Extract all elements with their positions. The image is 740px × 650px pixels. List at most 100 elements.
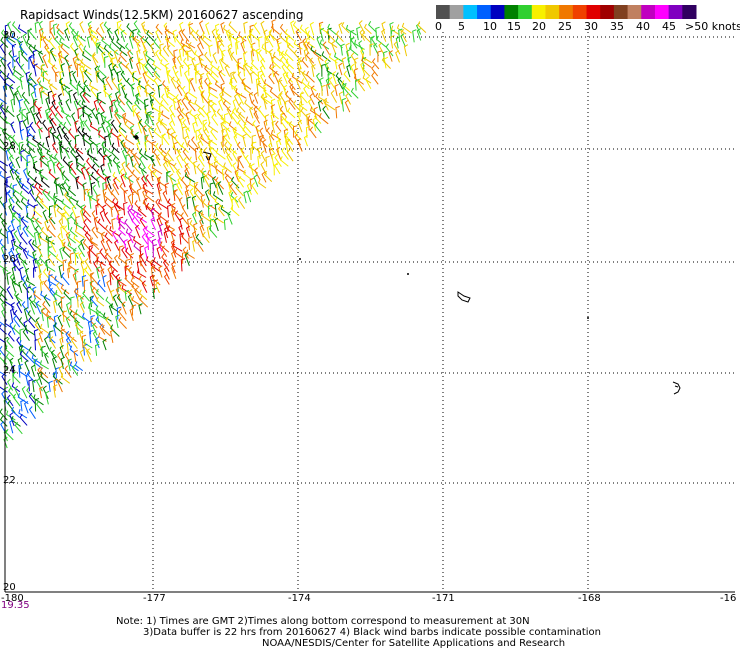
wind-barb xyxy=(28,346,37,358)
wind-barb xyxy=(198,20,205,35)
wind-barb xyxy=(79,21,85,33)
wind-barb xyxy=(309,21,315,36)
wind-barb xyxy=(107,132,113,146)
wind-barb xyxy=(57,378,63,393)
wind-barb xyxy=(223,218,229,230)
wind-barb xyxy=(19,190,28,202)
wind-barb xyxy=(332,71,337,85)
wind-barb xyxy=(110,289,115,301)
lon-tick-label: -16 xyxy=(720,593,737,604)
wind-barb xyxy=(295,76,301,90)
wind-barb xyxy=(72,71,78,83)
wind-barb xyxy=(237,196,246,209)
wind-barb xyxy=(21,91,30,105)
wind-barb xyxy=(347,56,352,71)
wind-barb xyxy=(99,210,105,222)
wind-barb xyxy=(48,283,56,295)
wind-barb xyxy=(265,155,270,167)
lat-lon-grid xyxy=(5,32,735,592)
wind-barb xyxy=(82,107,93,119)
wind-barb xyxy=(178,47,184,61)
wind-barb xyxy=(75,215,80,230)
wind-barb xyxy=(125,135,135,146)
wind-barb xyxy=(158,265,163,278)
wind-barb xyxy=(253,92,259,104)
wind-barb xyxy=(229,77,235,90)
wind-barb xyxy=(155,23,163,35)
wind-barb xyxy=(287,43,296,54)
wind-barb xyxy=(237,155,245,169)
wind-barb xyxy=(193,113,199,127)
wind-barb xyxy=(228,21,238,34)
wind-barb xyxy=(155,154,161,167)
wind-barb xyxy=(348,44,359,56)
wind-barb xyxy=(112,294,119,307)
wind-barb xyxy=(226,106,233,120)
wind-barb xyxy=(390,35,395,49)
wind-barb xyxy=(0,160,8,167)
wind-barb xyxy=(319,39,330,50)
wind-barb xyxy=(287,107,296,119)
wind-barb xyxy=(65,21,70,35)
wind-barb xyxy=(116,161,121,175)
wind-barb xyxy=(19,328,24,342)
wind-barb xyxy=(33,100,41,112)
wind-barb xyxy=(28,379,33,392)
wind-barb xyxy=(43,336,50,350)
island-outline xyxy=(672,381,681,395)
wind-barb xyxy=(68,70,74,85)
wind-barb xyxy=(106,27,113,41)
wind-barb xyxy=(41,142,51,153)
wind-barb xyxy=(65,316,71,328)
wind-barb xyxy=(27,310,37,323)
wind-barb xyxy=(185,111,191,125)
wind-barb xyxy=(340,43,345,56)
wind-barb xyxy=(403,44,409,57)
wind-barb xyxy=(173,207,183,217)
wind-barb xyxy=(52,93,57,105)
wind-barb xyxy=(33,231,39,246)
wind-barb xyxy=(52,23,58,36)
wind-barb xyxy=(28,406,36,419)
wind-barb xyxy=(68,139,76,154)
wind-barb xyxy=(214,203,220,217)
wind-barb xyxy=(220,56,230,69)
island-dot xyxy=(299,258,301,260)
wind-barb xyxy=(180,176,189,188)
wind-barb xyxy=(249,65,259,77)
wind-barb xyxy=(119,182,127,194)
wind-barb xyxy=(242,133,247,148)
wind-barb xyxy=(166,149,174,162)
wind-barb xyxy=(93,216,99,230)
wind-barb xyxy=(212,52,218,64)
wind-barb xyxy=(33,206,43,218)
wind-barb xyxy=(338,62,343,76)
wind-barb xyxy=(67,64,73,77)
wind-barb xyxy=(155,120,162,134)
wind-barb xyxy=(89,142,95,154)
wind-barb xyxy=(32,266,38,278)
wind-barb xyxy=(95,112,101,125)
wind-barb xyxy=(53,384,58,398)
wind-barb xyxy=(104,55,109,68)
wind-barb xyxy=(250,71,255,84)
wind-barb xyxy=(189,78,196,92)
wind-barb xyxy=(350,36,358,49)
wind-barb xyxy=(290,20,295,35)
wind-barb xyxy=(11,43,17,56)
wind-barb xyxy=(377,50,382,63)
wind-barb xyxy=(243,190,248,204)
wind-barb xyxy=(110,205,116,218)
wind-barb xyxy=(177,148,184,161)
wind-barb xyxy=(113,49,119,64)
wind-barb xyxy=(62,259,68,272)
wind-barb xyxy=(157,84,163,98)
wind-barb xyxy=(343,84,352,98)
wind-barb xyxy=(7,330,15,342)
wind-barb xyxy=(161,245,168,258)
wind-barb xyxy=(28,72,37,85)
wind-barb xyxy=(83,119,91,132)
wind-barb xyxy=(137,206,147,218)
wind-barb xyxy=(218,70,225,83)
wind-barb xyxy=(193,160,198,175)
